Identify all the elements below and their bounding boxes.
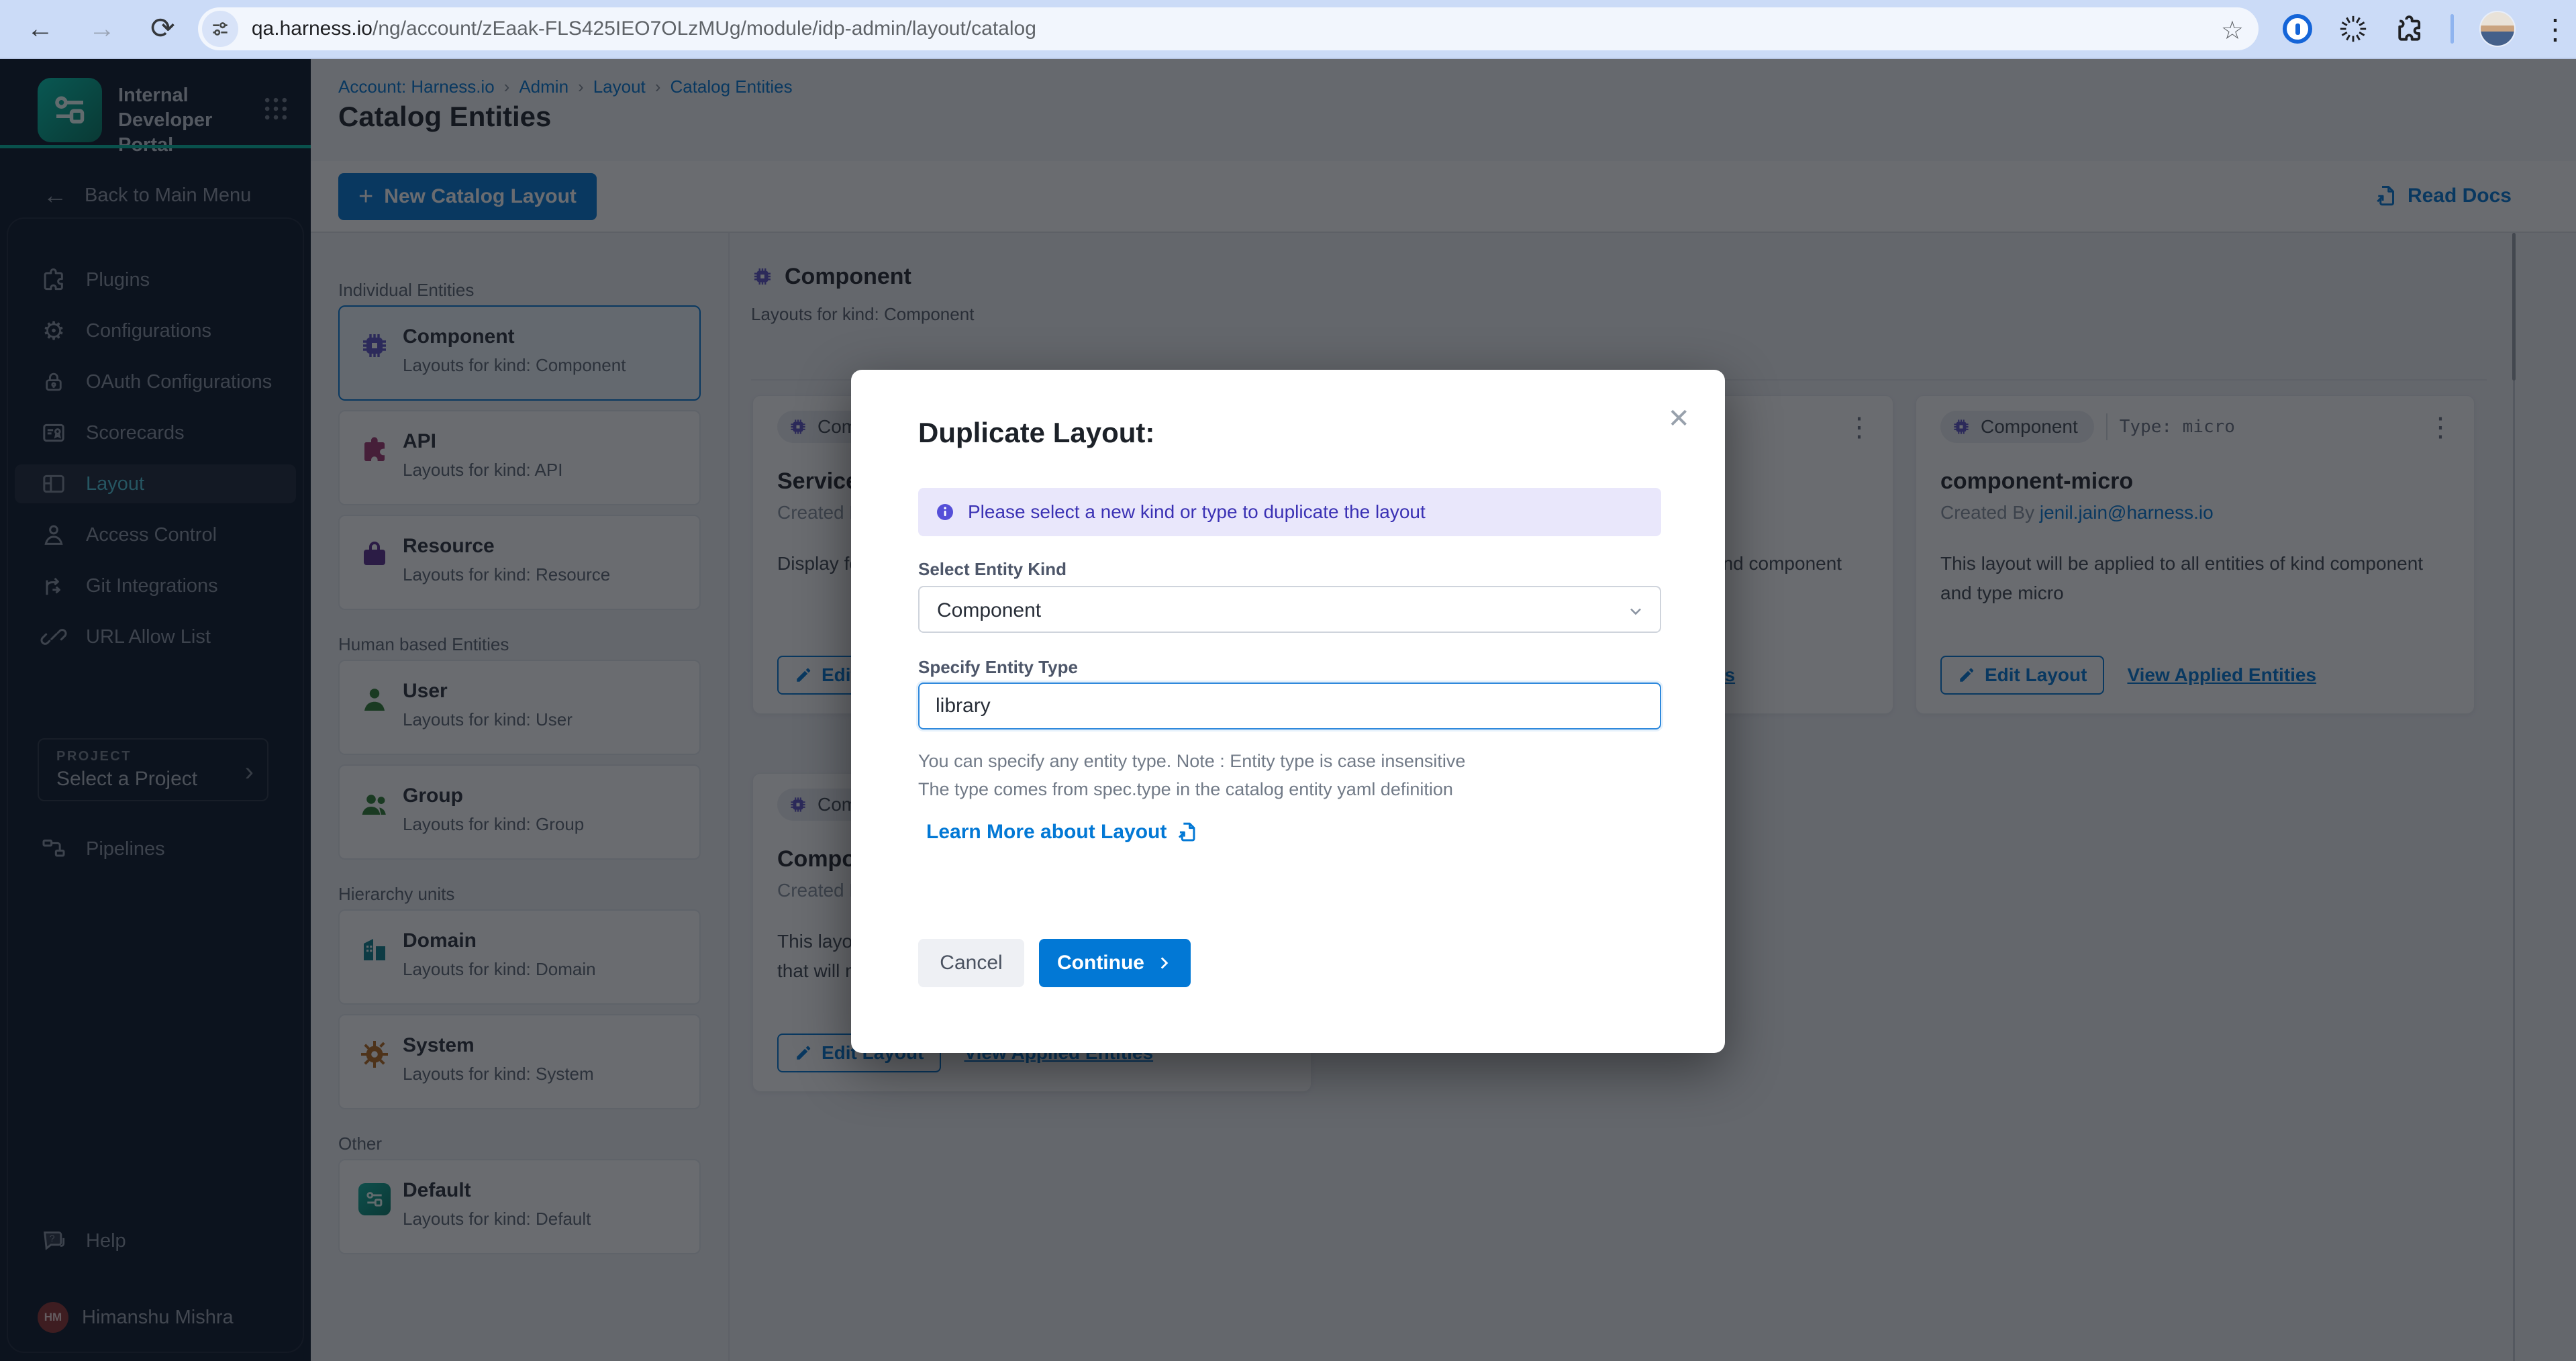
- toolbar-divider: [2450, 14, 2454, 44]
- entity-kind-label: Select Entity Kind: [918, 559, 1067, 580]
- helper-text-1: You can specify any entity type. Note : …: [918, 751, 1465, 772]
- chevron-down-icon: [1626, 602, 1645, 621]
- modal-title: Duplicate Layout:: [918, 417, 1154, 449]
- starburst-extension-icon[interactable]: [2338, 13, 2369, 44]
- entity-type-input[interactable]: [918, 683, 1661, 729]
- close-icon[interactable]: ✕: [1667, 403, 1690, 434]
- info-icon: [934, 501, 956, 523]
- browser-menu-icon[interactable]: ⋮: [2541, 13, 2569, 46]
- password-manager-extension-icon[interactable]: [2283, 14, 2312, 44]
- tune-icon: [209, 18, 231, 40]
- browser-toolbar: ← → ⟳ qa.harness.io/ng/account/zEaak-FLS…: [0, 0, 2576, 59]
- browser-refresh-icon[interactable]: ⟳: [150, 14, 175, 44]
- chevron-right-icon: [1155, 954, 1173, 972]
- entity-type-label: Specify Entity Type: [918, 657, 1078, 678]
- url-domain: qa.harness.io: [252, 17, 373, 40]
- site-settings-icon[interactable]: [202, 11, 238, 47]
- url-path: /ng/account/zEaak-FLS425IEO7OLzMUg/modul…: [373, 17, 1036, 40]
- learn-more-label: Learn More about Layout: [926, 821, 1167, 844]
- info-banner-text: Please select a new kind or type to dupl…: [968, 501, 1426, 523]
- browser-profile-avatar[interactable]: [2479, 11, 2516, 47]
- browser-forward-icon[interactable]: →: [89, 15, 115, 42]
- address-bar[interactable]: qa.harness.io/ng/account/zEaak-FLS425IEO…: [198, 7, 2259, 50]
- app-area: Internal Developer Portal ← Back to Main…: [0, 59, 2576, 1361]
- bookmark-star-icon[interactable]: ☆: [2221, 15, 2244, 46]
- entity-kind-select[interactable]: Component: [918, 586, 1661, 633]
- entity-kind-value: Component: [937, 599, 1041, 622]
- extensions-puzzle-icon[interactable]: [2394, 13, 2425, 44]
- cancel-button[interactable]: Cancel: [918, 939, 1024, 987]
- screen: ← → ⟳ qa.harness.io/ng/account/zEaak-FLS…: [0, 0, 2576, 1361]
- docs-icon: [1176, 821, 1199, 844]
- browser-extensions-area: ⋮: [2283, 11, 2576, 47]
- helper-text-2: The type comes from spec.type in the cat…: [918, 779, 1453, 800]
- info-banner: Please select a new kind or type to dupl…: [918, 488, 1661, 536]
- learn-more-link[interactable]: Learn More about Layout: [926, 821, 1199, 844]
- continue-label: Continue: [1057, 952, 1144, 974]
- duplicate-layout-modal: Duplicate Layout: ✕ Please select a new …: [851, 370, 1725, 1053]
- url-text: qa.harness.io/ng/account/zEaak-FLS425IEO…: [252, 17, 1036, 40]
- browser-back-icon[interactable]: ←: [27, 15, 54, 42]
- continue-button[interactable]: Continue: [1039, 939, 1191, 987]
